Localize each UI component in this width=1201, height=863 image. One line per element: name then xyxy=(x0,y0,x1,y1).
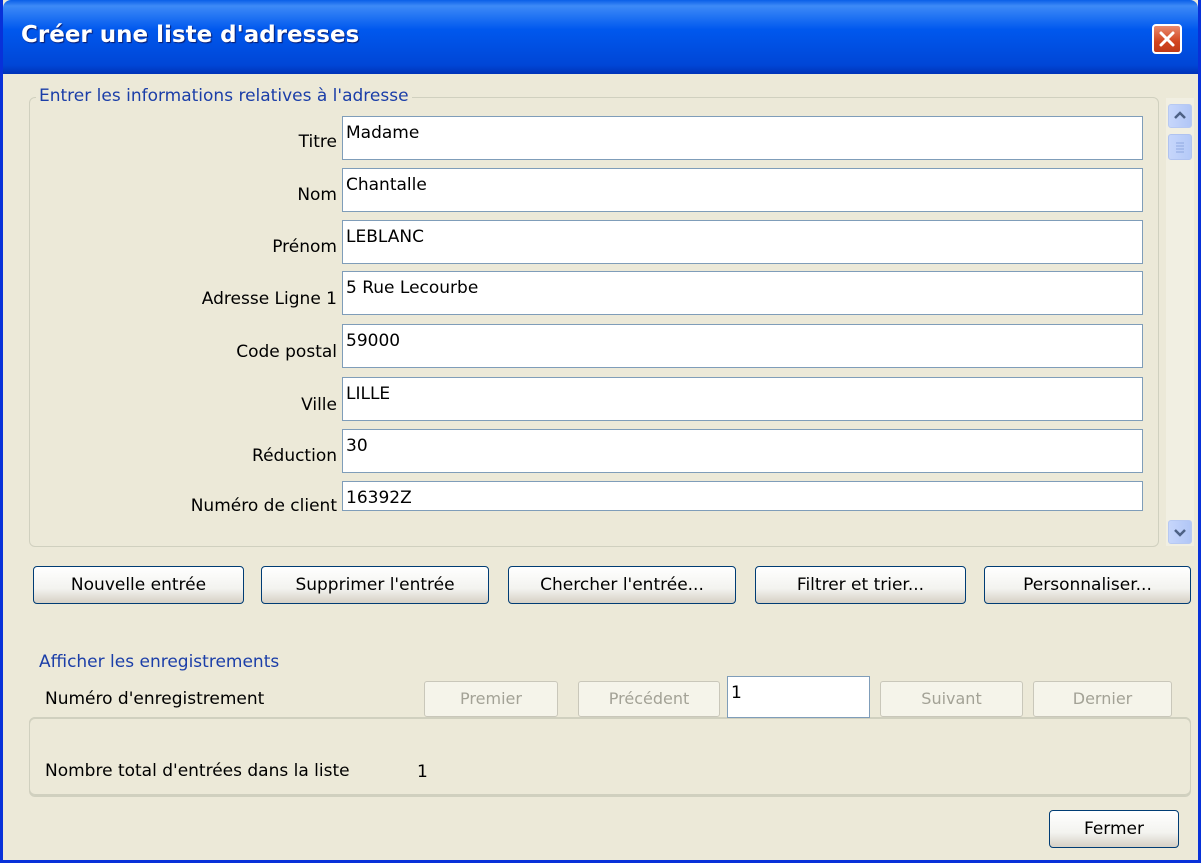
address-list-dialog: Créer une liste d'adresses Entrer les in… xyxy=(0,0,1201,863)
customize-button[interactable]: Personnaliser... xyxy=(984,566,1191,604)
field-label-code-postal: Code postal xyxy=(236,342,337,362)
prenom-input[interactable]: LEBLANC xyxy=(342,220,1143,264)
total-entries-value: 1 xyxy=(417,762,428,782)
next-record-button[interactable]: Suivant xyxy=(880,681,1023,717)
dialog-title: Créer une liste d'adresses xyxy=(21,22,360,48)
address-info-group xyxy=(29,97,1159,547)
total-entries-label: Nombre total d'entrées dans la liste xyxy=(45,761,350,781)
field-label-ville: Ville xyxy=(301,395,337,415)
ville-input[interactable]: LILLE xyxy=(342,377,1143,421)
vertical-scrollbar[interactable] xyxy=(1166,98,1194,546)
previous-record-button[interactable]: Précédent xyxy=(578,681,720,717)
field-label-reduction: Réduction xyxy=(252,446,337,466)
numero-client-input[interactable]: 16392Z xyxy=(342,481,1143,511)
first-record-button[interactable]: Premier xyxy=(424,681,558,717)
records-outline xyxy=(29,717,1191,795)
scroll-clip-edge xyxy=(153,511,1153,541)
titre-input[interactable]: Madame xyxy=(342,116,1143,160)
scroll-down-icon[interactable] xyxy=(1168,520,1192,544)
close-icon[interactable] xyxy=(1152,24,1182,54)
scroll-thumb[interactable] xyxy=(1168,134,1192,160)
field-label-adresse-ligne-1: Adresse Ligne 1 xyxy=(201,289,337,309)
record-number-label: Numéro d'enregistrement xyxy=(45,689,265,709)
filter-sort-button[interactable]: Filtrer et trier... xyxy=(755,566,966,604)
field-label-prenom: Prénom xyxy=(272,237,337,257)
close-button[interactable]: Fermer xyxy=(1049,810,1179,848)
field-label-titre: Titre xyxy=(298,132,337,152)
new-entry-button[interactable]: Nouvelle entrée xyxy=(33,566,244,604)
reduction-input[interactable]: 30 xyxy=(342,429,1143,473)
last-record-button[interactable]: Dernier xyxy=(1033,681,1172,717)
code-postal-input[interactable]: 59000 xyxy=(342,324,1143,368)
adresse-ligne-1-input[interactable]: 5 Rue Lecourbe xyxy=(342,271,1143,315)
scroll-up-icon[interactable] xyxy=(1168,104,1192,128)
delete-entry-button[interactable]: Supprimer l'entrée xyxy=(261,566,489,604)
nom-input[interactable]: Chantalle xyxy=(342,168,1143,212)
address-info-legend: Entrer les informations relatives à l'ad… xyxy=(36,86,412,106)
find-entry-button[interactable]: Chercher l'entrée... xyxy=(508,566,736,604)
field-label-nom: Nom xyxy=(297,185,337,205)
title-bar[interactable]: Créer une liste d'adresses xyxy=(3,0,1198,74)
records-legend: Afficher les enregistrements xyxy=(36,652,283,672)
record-number-input[interactable]: 1 xyxy=(727,676,870,718)
